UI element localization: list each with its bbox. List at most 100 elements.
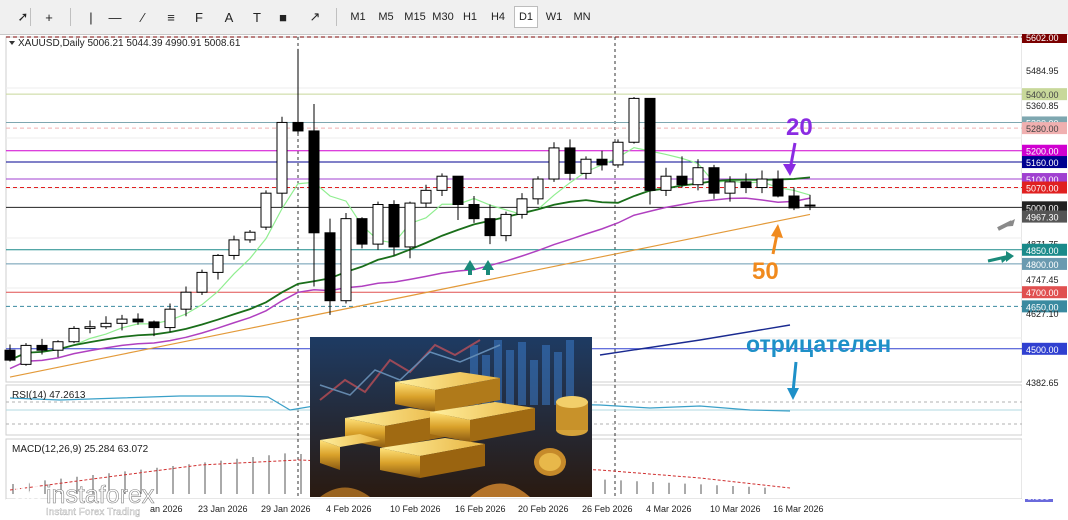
price-label: 5070.00 (1026, 184, 1059, 194)
bullish-candle (116, 318, 128, 324)
date-label: 20 Feb 2026 (518, 504, 569, 514)
timeframe-w1-button[interactable]: W1 (542, 6, 566, 28)
bullish-candle (228, 239, 240, 256)
price-label: 5200.00 (1026, 147, 1059, 157)
price-label: 4382.65 (1026, 378, 1059, 388)
rsi-header: RSI(14) 47.2613 (12, 390, 86, 401)
timeframe-m5-button[interactable]: M5 (374, 6, 398, 28)
bearish-candle (644, 97, 656, 191)
date-label: 16 Mar 2026 (773, 504, 824, 514)
bullish-candle (420, 189, 432, 204)
bearish-candle (36, 344, 48, 351)
bearish-candle (292, 121, 304, 132)
price-label: 5360.85 (1026, 101, 1059, 111)
date-label: 26 Feb 2026 (582, 504, 633, 514)
bullish-candle (52, 341, 64, 351)
brand-name: instaforex (46, 481, 155, 509)
timeframe-d1-button[interactable]: D1 (514, 6, 538, 28)
date-label: 29 Jan 2026 (261, 504, 311, 514)
bullish-candle (660, 175, 672, 191)
bullish-candle (276, 121, 288, 194)
price-label: 5280.00 (1026, 124, 1059, 134)
trendline-tool-icon[interactable]: ⁄ (132, 6, 154, 28)
toolbar-separator (30, 8, 31, 26)
brand-tagline: Instant Forex Trading (46, 507, 141, 518)
bearish-candle (708, 167, 720, 194)
bullish-candle (196, 271, 208, 293)
bearish-candle (452, 175, 464, 205)
bullish-candle (244, 231, 256, 241)
bearish-candle (596, 158, 608, 166)
text-tool-icon[interactable]: A (218, 6, 240, 28)
price-label: 4967.30 (1026, 213, 1059, 223)
label-50: 50 (752, 258, 779, 285)
date-label: 23 Jan 2026 (198, 504, 248, 514)
bearish-candle (788, 195, 800, 209)
toolbar-separator (70, 8, 71, 26)
bearish-candle (356, 218, 368, 245)
bullish-candle (500, 213, 512, 237)
bullish-candle (212, 254, 224, 273)
price-label: 4627.10 (1026, 309, 1059, 319)
label-20: 20 (786, 114, 813, 141)
bullish-candle (84, 326, 96, 329)
bullish-candle (516, 198, 528, 215)
bearish-candle (132, 318, 144, 323)
bullish-candle (580, 158, 592, 174)
bearish-candle (148, 321, 160, 329)
gold-bars-image (310, 337, 592, 497)
shapes-tool-icon[interactable]: ■ (272, 6, 294, 28)
chart-toolbar: ➚ + | — ⁄ ≡ F A T ■ ↗ M1 M5 M15 M30 H1 H4 D1 W1 MN (0, 0, 1068, 35)
date-label: 4 Feb 2026 (326, 504, 372, 514)
date-label: 10 Mar 2026 (710, 504, 761, 514)
timeframe-mn-button[interactable]: MN (570, 6, 594, 28)
arrows-tool-icon[interactable]: ↗ (304, 6, 326, 28)
price-label: 5484.95 (1026, 66, 1059, 76)
bullish-candle (756, 178, 768, 189)
bullish-candle (164, 308, 176, 329)
timeframe-m30-button[interactable]: M30 (430, 6, 456, 28)
bearish-candle (388, 203, 400, 248)
channel-tool-icon[interactable]: ≡ (160, 6, 182, 28)
bullish-candle (180, 291, 192, 310)
price-label: 4747.45 (1026, 275, 1059, 285)
label-negative: отрицателен (746, 331, 891, 357)
bearish-candle (324, 232, 336, 302)
date-label: 16 Feb 2026 (455, 504, 506, 514)
timeframe-h4-button[interactable]: H4 (486, 6, 510, 28)
text-label-tool-icon[interactable]: T (246, 6, 268, 28)
fibonacci-tool-icon[interactable]: F (188, 6, 210, 28)
vertical-line-tool-icon[interactable]: | (80, 6, 102, 28)
bearish-candle (484, 218, 496, 237)
bullish-candle (404, 202, 416, 248)
date-label: an 2026 (150, 504, 183, 514)
timeframe-h1-button[interactable]: H1 (458, 6, 482, 28)
bearish-candle (676, 175, 688, 186)
bullish-candle (100, 322, 112, 328)
bullish-candle (372, 203, 384, 245)
bearish-candle (564, 147, 576, 174)
price-label: 4800.00 (1026, 260, 1059, 270)
macd-header: MACD(12,26,9) 25.284 63.072 (12, 444, 149, 455)
price-label: 4850.00 (1026, 246, 1059, 256)
timeframe-m1-button[interactable]: M1 (346, 6, 370, 28)
price-label: 5400.00 (1026, 90, 1059, 100)
bullish-candle (260, 192, 272, 228)
price-chart[interactable]: 1007050.0000300 247.75800.000 5602.00548… (0, 34, 1068, 520)
timeframe-m15-button[interactable]: M15 (402, 6, 428, 28)
bullish-candle (20, 344, 32, 365)
bullish-candle (548, 147, 560, 180)
bullish-candle (724, 181, 736, 194)
bearish-candle (4, 349, 16, 361)
symbol-header: XAUUSD,Daily 5006.21 5044.39 4990.91 500… (18, 38, 241, 49)
bearish-candle (468, 203, 480, 220)
horizontal-line-tool-icon[interactable]: — (104, 6, 126, 28)
bullish-candle (436, 175, 448, 191)
bearish-candle (772, 178, 784, 197)
bullish-candle (692, 167, 704, 186)
bearish-candle (308, 130, 320, 234)
date-label: 4 Mar 2026 (646, 504, 692, 514)
bullish-candle (340, 218, 352, 302)
bullish-candle (532, 178, 544, 200)
crosshair-tool-icon[interactable]: + (38, 6, 60, 28)
